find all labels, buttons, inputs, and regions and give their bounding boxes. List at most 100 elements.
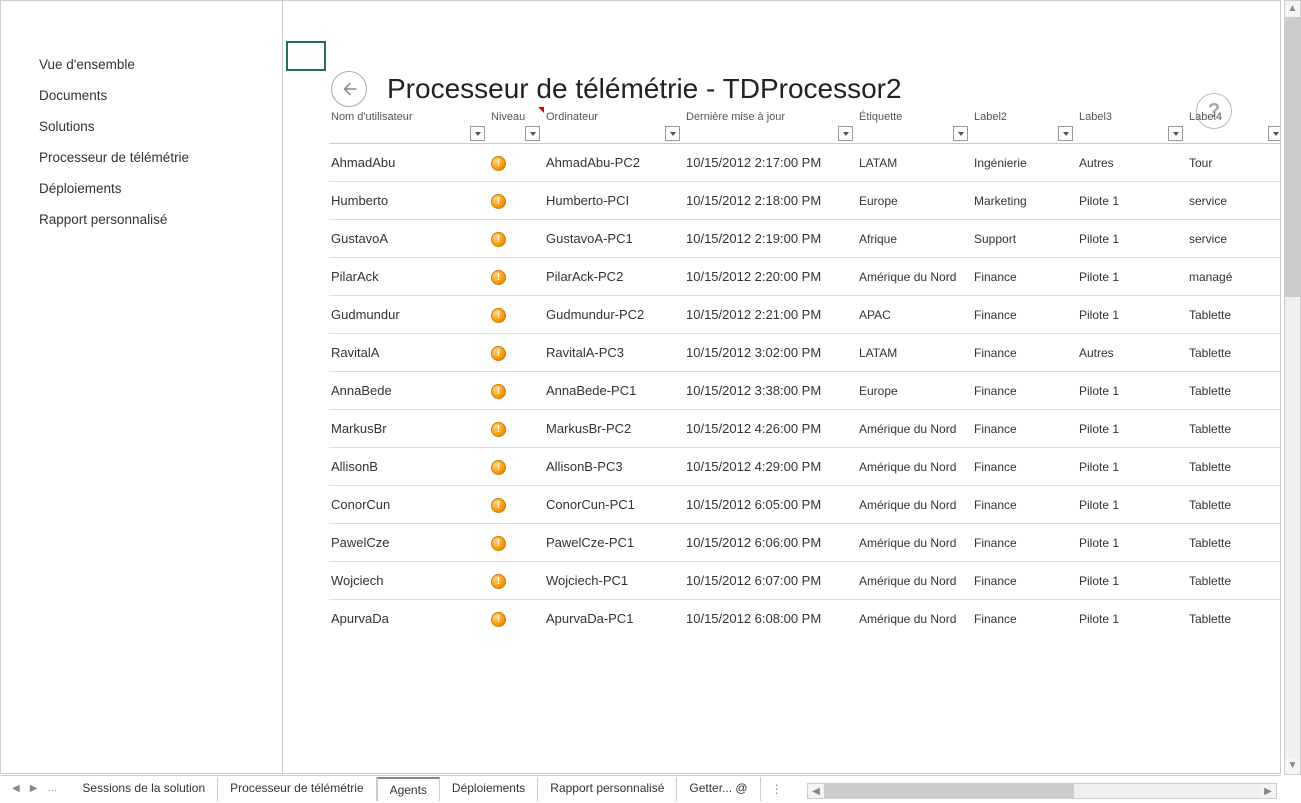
warning-level-icon: ! [491,194,506,209]
cell-username: ApurvaDa [329,600,489,638]
tab-nav-next-icon[interactable]: ▶ [30,783,38,794]
scroll-track[interactable] [1285,17,1300,758]
table-row[interactable]: Humberto ! Humberto-PCI 10/15/2012 2:18:… [329,182,1280,220]
column-label: Ordinateur [546,111,598,123]
sheet-tab[interactable]: Sessions de la solution [70,777,218,801]
main-content: Processeur de télémétrie - TDProcessor2 … [283,1,1280,773]
cell-username: AllisonB [329,448,489,486]
horizontal-scrollbar[interactable]: ◀ ▶ [807,783,1277,799]
scroll-thumb[interactable] [1285,17,1300,297]
scroll-thumb[interactable] [824,784,1074,798]
sidebar-item-documents[interactable]: Documents [1,80,282,111]
cell-label2: Finance [972,410,1077,448]
cell-level: ! [489,334,544,372]
cell-etiquette: Amérique du Nord [857,448,972,486]
cell-label2: Marketing [972,182,1077,220]
table-row[interactable]: AhmadAbu ! AhmadAbu-PC2 10/15/2012 2:17:… [329,144,1280,182]
sheet-tab[interactable]: Agents [377,777,440,801]
filter-button[interactable] [953,126,968,141]
cell-label2: Finance [972,258,1077,296]
cell-updated: 10/15/2012 6:08:00 PM [684,600,857,638]
cell-level: ! [489,372,544,410]
filter-button[interactable] [525,126,540,141]
cell-label4: Tablette [1187,372,1280,410]
cell-updated: 10/15/2012 2:19:00 PM [684,220,857,258]
tab-nav-prev-icon[interactable]: ◀ [12,783,20,794]
cell-level: ! [489,486,544,524]
sheet-tab[interactable]: Déploiements [440,777,538,801]
sidebar-item-overview[interactable]: Vue d'ensemble [1,49,282,80]
cell-level: ! [489,410,544,448]
more-tabs-button[interactable]: ⋮ [761,778,793,800]
table-row[interactable]: AllisonB ! AllisonB-PC3 10/15/2012 4:29:… [329,448,1280,486]
cell-computer: AnnaBede-PC1 [544,372,684,410]
sidebar-item-telemetry-processor[interactable]: Processeur de télémétrie [1,142,282,173]
agents-table: Nom d'utilisateur Niveau Ordinateur Dern… [329,107,1280,637]
sheet-tab[interactable]: Rapport personnalisé [538,777,677,801]
column-label: Étiquette [859,111,902,123]
cell-label4: Tablette [1187,600,1280,638]
table-row[interactable]: ConorCun ! ConorCun-PC1 10/15/2012 6:05:… [329,486,1280,524]
scroll-right-arrow-icon[interactable]: ▶ [1260,786,1276,797]
sidebar-item-deployments[interactable]: Déploiements [1,173,282,204]
cell-label2: Finance [972,334,1077,372]
warning-level-icon: ! [491,384,506,399]
table-row[interactable]: PilarAck ! PilarAck-PC2 10/15/2012 2:20:… [329,258,1280,296]
warning-level-icon: ! [491,156,506,171]
table-row[interactable]: AnnaBede ! AnnaBede-PC1 10/15/2012 3:38:… [329,372,1280,410]
cell-label4: Tablette [1187,334,1280,372]
column-updated: Dernière mise à jour [684,107,857,144]
scroll-track[interactable] [824,784,1260,798]
cell-etiquette: Europe [857,182,972,220]
vertical-scrollbar[interactable]: ▲ ▼ [1284,0,1301,775]
filter-button[interactable] [838,126,853,141]
tab-nav-more-icon[interactable]: … [47,783,58,794]
table-row[interactable]: RavitalA ! RavitalA-PC3 10/15/2012 3:02:… [329,334,1280,372]
cell-label3: Pilote 1 [1077,296,1187,334]
cell-computer: PilarAck-PC2 [544,258,684,296]
filter-button[interactable] [665,126,680,141]
filter-button[interactable] [1268,126,1280,141]
sheet-tab[interactable]: Getter... @ [677,777,760,801]
cell-computer: ConorCun-PC1 [544,486,684,524]
table-row[interactable]: GustavoA ! GustavoA-PC1 10/15/2012 2:19:… [329,220,1280,258]
filter-button[interactable] [470,126,485,141]
cell-label3: Pilote 1 [1077,410,1187,448]
cell-label4: Tablette [1187,448,1280,486]
table-row[interactable]: PawelCze ! PawelCze-PC1 10/15/2012 6:06:… [329,524,1280,562]
warning-level-icon: ! [491,232,506,247]
cell-username: Wojciech [329,562,489,600]
scroll-up-arrow-icon[interactable]: ▲ [1285,1,1300,17]
page-title: Processeur de télémétrie - TDProcessor2 [387,73,902,105]
scroll-left-arrow-icon[interactable]: ◀ [808,786,824,797]
sheet-tab[interactable]: Processeur de télémétrie [218,777,376,801]
table-row[interactable]: Gudmundur ! Gudmundur-PC2 10/15/2012 2:2… [329,296,1280,334]
cell-username: RavitalA [329,334,489,372]
scroll-down-arrow-icon[interactable]: ▼ [1285,758,1300,774]
cell-computer: Gudmundur-PC2 [544,296,684,334]
sidebar-item-solutions[interactable]: Solutions [1,111,282,142]
cell-computer: PawelCze-PC1 [544,524,684,562]
cell-etiquette: Amérique du Nord [857,524,972,562]
cell-username: PawelCze [329,524,489,562]
arrow-left-icon [340,80,358,98]
column-etiquette: Étiquette [857,107,972,144]
cell-username: Gudmundur [329,296,489,334]
filter-button[interactable] [1058,126,1073,141]
cell-updated: 10/15/2012 2:20:00 PM [684,258,857,296]
table-row[interactable]: MarkusBr ! MarkusBr-PC2 10/15/2012 4:26:… [329,410,1280,448]
filter-button[interactable] [1168,126,1183,141]
warning-level-icon: ! [491,346,506,361]
warning-level-icon: ! [491,308,506,323]
column-computer: Ordinateur [544,107,684,144]
column-label: Label3 [1079,111,1112,123]
cell-label4: Tablette [1187,562,1280,600]
sidebar-item-custom-report[interactable]: Rapport personnalisé [1,204,282,235]
cell-updated: 10/15/2012 4:26:00 PM [684,410,857,448]
cell-label3: Pilote 1 [1077,600,1187,638]
table-row[interactable]: ApurvaDa ! ApurvaDa-PC1 10/15/2012 6:08:… [329,600,1280,638]
cell-label4: service [1187,182,1280,220]
back-button[interactable] [331,71,367,107]
cell-level: ! [489,144,544,182]
table-row[interactable]: Wojciech ! Wojciech-PC1 10/15/2012 6:07:… [329,562,1280,600]
